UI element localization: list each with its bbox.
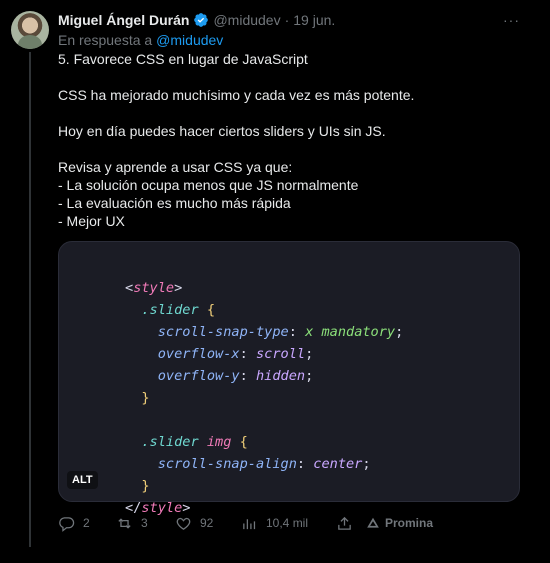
- code-line: .slider {: [141, 302, 216, 318]
- author-name[interactable]: Miguel Ángel Durán: [58, 12, 189, 28]
- reply-prefix: En respuesta a: [58, 32, 153, 48]
- tweet-line: - La evaluación es mucho más rápida: [58, 195, 291, 211]
- more-icon[interactable]: ···: [503, 12, 520, 28]
- tweet-line: - La solución ocupa menos que JS normalm…: [58, 177, 359, 193]
- reply-icon: [59, 516, 75, 532]
- code-line: overflow-y: hidden;: [157, 368, 314, 384]
- avatar-shoulders: [18, 35, 42, 49]
- retweet-button[interactable]: 3: [116, 515, 175, 532]
- header-separator: ·: [284, 12, 290, 28]
- action-bar: 2 3 92 10,4 mil Promina: [58, 512, 433, 534]
- code-line: <style>: [125, 280, 183, 296]
- reply-mention-link[interactable]: @midudev: [156, 32, 223, 48]
- tweet-header: Miguel Ángel Durán @midudev · 19 jun.: [58, 11, 335, 29]
- code-line: overflow-x: scroll;: [157, 346, 314, 362]
- like-count: 92: [200, 516, 214, 530]
- tweet-line: CSS ha mejorado muchísimo y cada vez es …: [58, 87, 415, 103]
- tweet-text: 5. Favorece CSS en lugar de JavaScript C…: [58, 50, 528, 230]
- reply-button[interactable]: 2: [58, 515, 116, 532]
- reply-context: En respuesta a @midudev: [58, 32, 223, 48]
- promote-icon: [367, 517, 379, 528]
- code-line: scroll-snap-type: x mandatory;: [157, 324, 404, 340]
- retweet-icon: [118, 517, 131, 529]
- avatar[interactable]: [11, 11, 49, 49]
- promote-label: Promina: [385, 516, 434, 530]
- like-button[interactable]: 92: [175, 515, 241, 532]
- tweet-line: Revisa y aprende a usar CSS ya que:: [58, 159, 293, 175]
- like-icon: [176, 517, 191, 530]
- promote-button[interactable]: Promina: [366, 516, 433, 530]
- code-line: }: [141, 478, 150, 494]
- tweet-line: - Mejor UX: [58, 213, 125, 229]
- code-line: .slider img {: [141, 434, 248, 450]
- views-icon: [243, 518, 256, 529]
- alt-badge[interactable]: ALT: [67, 471, 98, 489]
- views-count: 10,4 mil: [266, 516, 309, 530]
- code-line: scroll-snap-align: center;: [157, 456, 371, 472]
- tweet-line: 5. Favorece CSS en lugar de JavaScript: [58, 51, 308, 67]
- code-image[interactable]: <style> .slider { scroll-snap-type: x ma…: [58, 241, 520, 516]
- author-handle[interactable]: @midudev: [213, 12, 280, 28]
- tweet-line: Hoy en día puedes hacer ciertos sliders …: [58, 123, 386, 139]
- retweet-count: 3: [141, 516, 148, 530]
- share-icon: [338, 516, 351, 530]
- verified-badge-icon: [194, 13, 209, 27]
- views-button[interactable]: 10,4 mil: [241, 515, 336, 532]
- reply-count: 2: [83, 516, 90, 530]
- code-line: }: [141, 390, 150, 406]
- thread-line: [29, 52, 31, 547]
- share-button[interactable]: [336, 515, 366, 532]
- tweet-date[interactable]: 19 jun.: [293, 12, 335, 28]
